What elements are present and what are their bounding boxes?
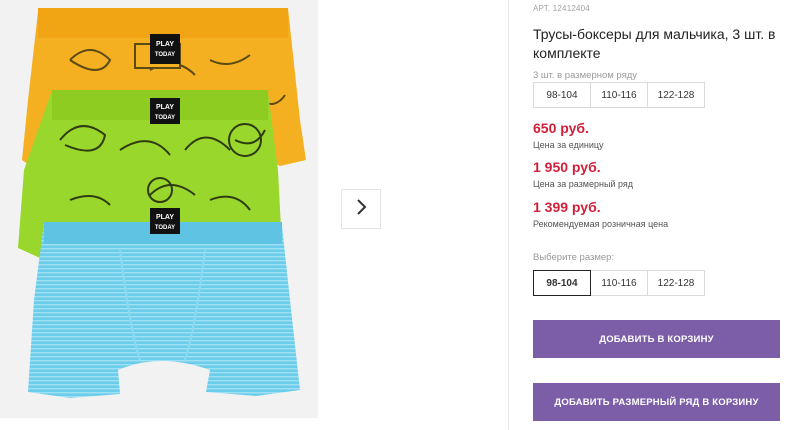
set-size-option: 110-116: [590, 82, 648, 108]
divider: [508, 0, 509, 430]
blue-boxers: [28, 222, 300, 398]
brand-tag: PLAY TODAY: [150, 208, 180, 234]
svg-text:PLAY: PLAY: [156, 41, 174, 48]
size-option-98-104[interactable]: 98-104: [533, 270, 591, 296]
svg-text:PLAY: PLAY: [156, 104, 174, 111]
article-number: АРТ. 12412404: [533, 4, 590, 13]
unit-price-note: Цена за единицу: [533, 140, 604, 150]
svg-text:TODAY: TODAY: [155, 115, 175, 121]
retail-price-note: Рекомендуемая розничная цена: [533, 219, 669, 229]
svg-text:PLAY: PLAY: [156, 214, 174, 221]
size-select-label: Выберите размер:: [533, 252, 615, 263]
set-price-note: Цена за размерный ряд: [533, 179, 634, 189]
size-option-110-116[interactable]: 110-116: [590, 270, 648, 296]
set-price: 1 950 руб.: [533, 159, 601, 175]
product-title: Трусы-боксеры для мальчика, 3 шт. в комп…: [533, 26, 776, 61]
unit-price: 650 руб.: [533, 120, 589, 136]
set-size-list: 98-104 110-116 122-128: [533, 82, 705, 108]
svg-text:TODAY: TODAY: [155, 225, 175, 231]
retail-price: 1 399 руб.: [533, 199, 601, 215]
next-image-button[interactable]: [341, 189, 381, 229]
set-size-hint: 3 шт. в размерном ряду: [533, 70, 638, 81]
set-size-option: 122-128: [647, 82, 705, 108]
product-image[interactable]: PLAY TODAY PLAY TODAY PLAY TODAY: [0, 0, 318, 418]
size-selector: 98-104 110-116 122-128: [533, 270, 705, 296]
brand-tag: PLAY TODAY: [150, 98, 180, 124]
chevron-right-icon: [355, 198, 367, 221]
svg-text:TODAY: TODAY: [155, 52, 175, 58]
add-set-to-cart-button[interactable]: ДОБАВИТЬ РАЗМЕРНЫЙ РЯД В КОРЗИНУ: [533, 383, 780, 421]
brand-tag: PLAY TODAY: [150, 34, 180, 64]
size-option-122-128[interactable]: 122-128: [647, 270, 705, 296]
add-to-cart-button[interactable]: ДОБАВИТЬ В КОРЗИНУ: [533, 320, 780, 358]
set-size-option: 98-104: [533, 82, 591, 108]
